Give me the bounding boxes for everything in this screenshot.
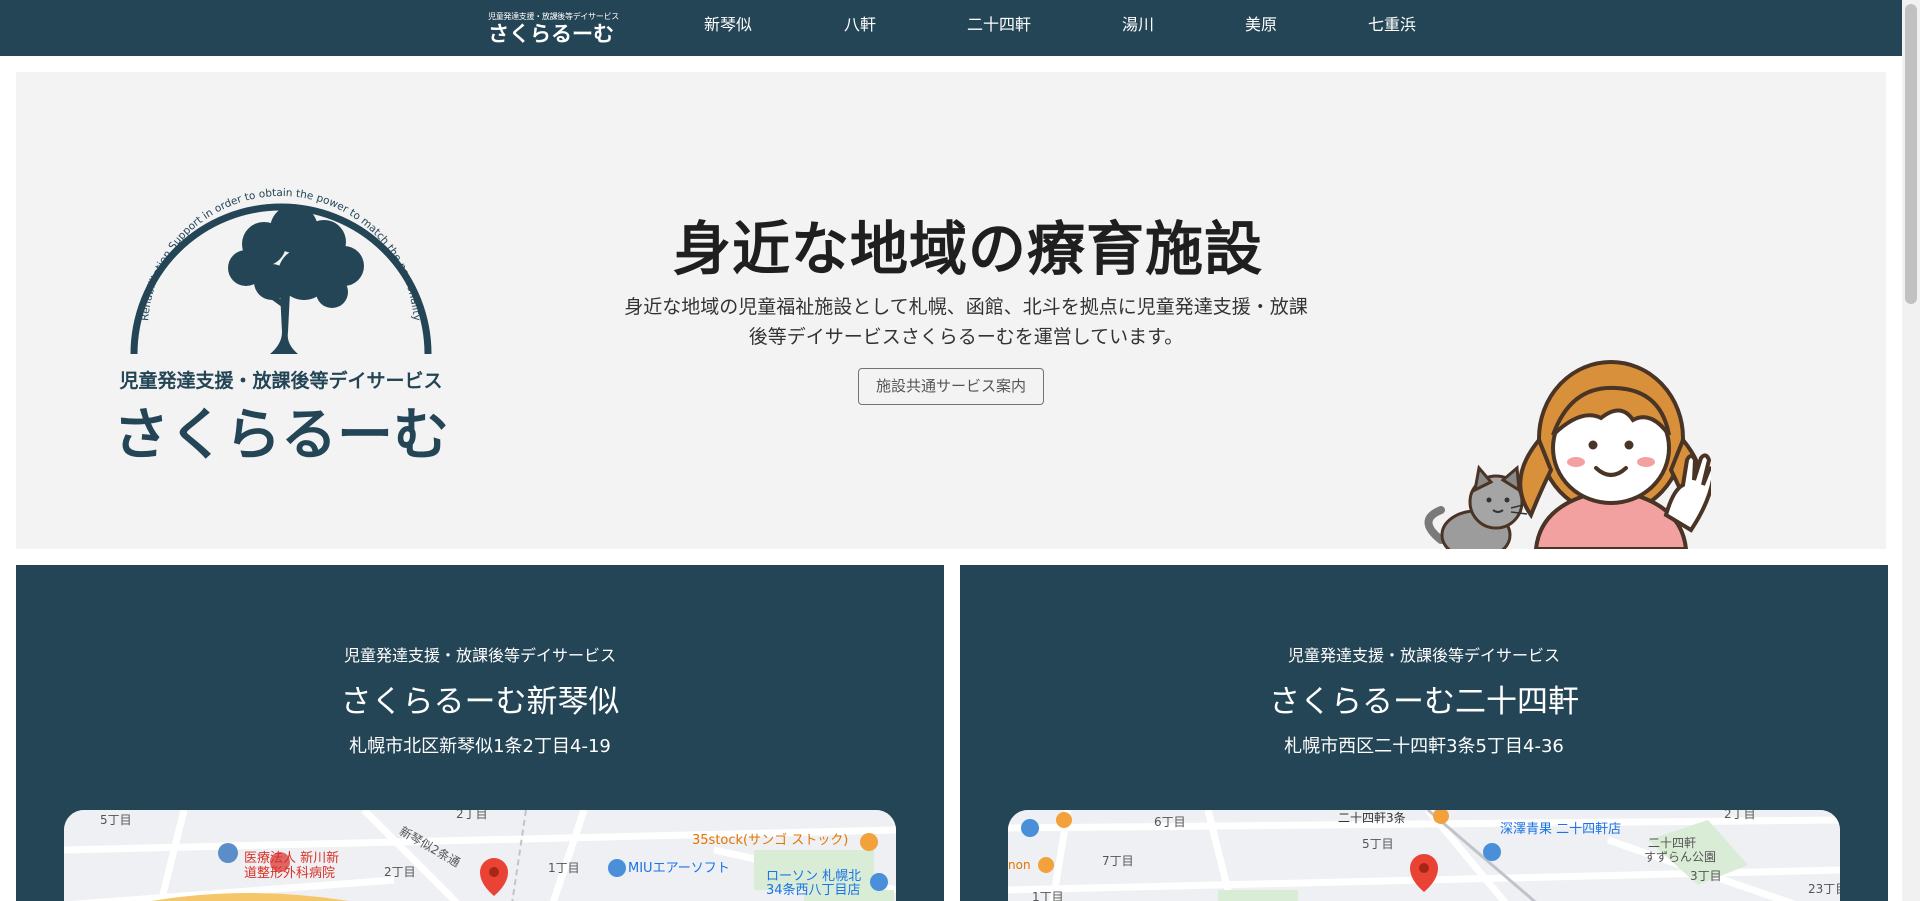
facility-subtitle: 児童発達支援・放課後等デイサービス [1287, 646, 1560, 665]
nav-item-hachiken[interactable]: 八軒 [844, 14, 876, 36]
map-label: 5丁目 [1362, 837, 1394, 851]
facility-address: 札幌市北区新琴似1条2丁目4-19 [349, 736, 611, 757]
cat-icon [1424, 464, 1528, 549]
map-label: 35stock(サンゴ ストック) [692, 833, 849, 848]
facility-card-nijuyonken[interactable]: 児童発達支援・放課後等デイサービス さくらるーむ二十四軒 札幌市西区二十四軒3条… [960, 565, 1888, 901]
nav-item-shinkotoni[interactable]: 新琴似 [704, 14, 752, 36]
girl-and-cat-illustration [1424, 360, 1711, 549]
facility-address: 札幌市西区二十四軒3条5丁目4-36 [1284, 736, 1564, 757]
hero-section: Rehabilitation Support in order to obtai… [16, 72, 1886, 549]
hero-description: 身近な地域の児童福祉施設として札幌、函館、北斗を拠点に児童発達支援・放課後等デイ… [624, 296, 1308, 348]
map-label: 23丁目 [1808, 882, 1840, 896]
map-label: 34条西八丁目店 [766, 883, 861, 898]
logo-name: さくらるーむ [113, 403, 449, 468]
map-label: non [1008, 858, 1031, 872]
common-service-guide-button[interactable]: 施設共通サービス案内 [858, 368, 1044, 405]
facility-name: さくらるーむ二十四軒 [1269, 684, 1579, 720]
map-label: 道整形外科病院 [244, 866, 336, 881]
top-navbar: 児童発達支援・放課後等デイサービス さくらるーむ 新琴似 八軒 二十四軒 湯川 … [0, 0, 1902, 56]
logo-subtitle: 児童発達支援・放課後等デイサービス [118, 369, 442, 392]
map-label: 1丁目 [1032, 890, 1064, 901]
nav-item-nanaehama[interactable]: 七重浜 [1368, 14, 1416, 36]
facility-map-shinkotoni[interactable]: 5丁目 2丁目 新琴似2条通 医療法人 新川新 道整形外科病院 2丁目 1丁目 … [64, 810, 896, 901]
nav-item-mihara[interactable]: 美原 [1245, 14, 1277, 36]
tree-icon [228, 205, 364, 354]
map-label: 2丁目 [384, 865, 416, 879]
map-label: 2丁目 [1724, 810, 1756, 821]
facility-name: さくらるーむ新琴似 [340, 684, 620, 720]
map-label: 3丁目 [1690, 869, 1722, 883]
map-label: 二十四軒3条 [1338, 811, 1406, 825]
nav-item-yunokawa[interactable]: 湯川 [1122, 14, 1154, 36]
scrollbar-thumb[interactable] [1905, 4, 1917, 304]
map-label: 5丁目 [100, 813, 132, 827]
map-label: 深澤青果 二十四軒店 [1500, 822, 1622, 837]
map-label: 二十四軒 [1648, 836, 1697, 850]
facility-subtitle: 児童発達支援・放課後等デイサービス [343, 646, 616, 665]
map-label: 1丁目 [548, 861, 580, 875]
facility-map-nijuyonken[interactable]: 二十四軒3条 6丁目 深澤青果 二十四軒店 2丁目 7丁目 5丁目 二十四軒 す… [1008, 810, 1840, 901]
nav-item-nijuyonken[interactable]: 二十四軒 [967, 14, 1031, 36]
brand-subtitle: 児童発達支援・放課後等デイサービス [488, 12, 619, 21]
sakura-room-logo: Rehabilitation Support in order to obtai… [113, 187, 449, 468]
map-label: MIUエアーソフト [628, 861, 730, 876]
map-label: 6丁目 [1154, 815, 1186, 829]
page-scrollbar[interactable] [1902, 0, 1920, 901]
map-label: すずらん公園 [1644, 850, 1717, 864]
map-label: 2丁目 [456, 810, 488, 821]
map-label: 7丁目 [1102, 854, 1134, 868]
facility-card-shinkotoni[interactable]: 児童発達支援・放課後等デイサービス さくらるーむ新琴似 札幌市北区新琴似1条2丁… [16, 565, 944, 901]
map-label: 医療法人 新川新 [244, 851, 340, 866]
hero-title: 身近な地域の療育施設 [672, 215, 1263, 283]
map-label: ローソン 札幌北 [766, 869, 862, 884]
brand-logo-link[interactable]: 児童発達支援・放課後等デイサービス さくらるーむ [488, 12, 619, 46]
brand-name: さくらるーむ [488, 22, 614, 46]
